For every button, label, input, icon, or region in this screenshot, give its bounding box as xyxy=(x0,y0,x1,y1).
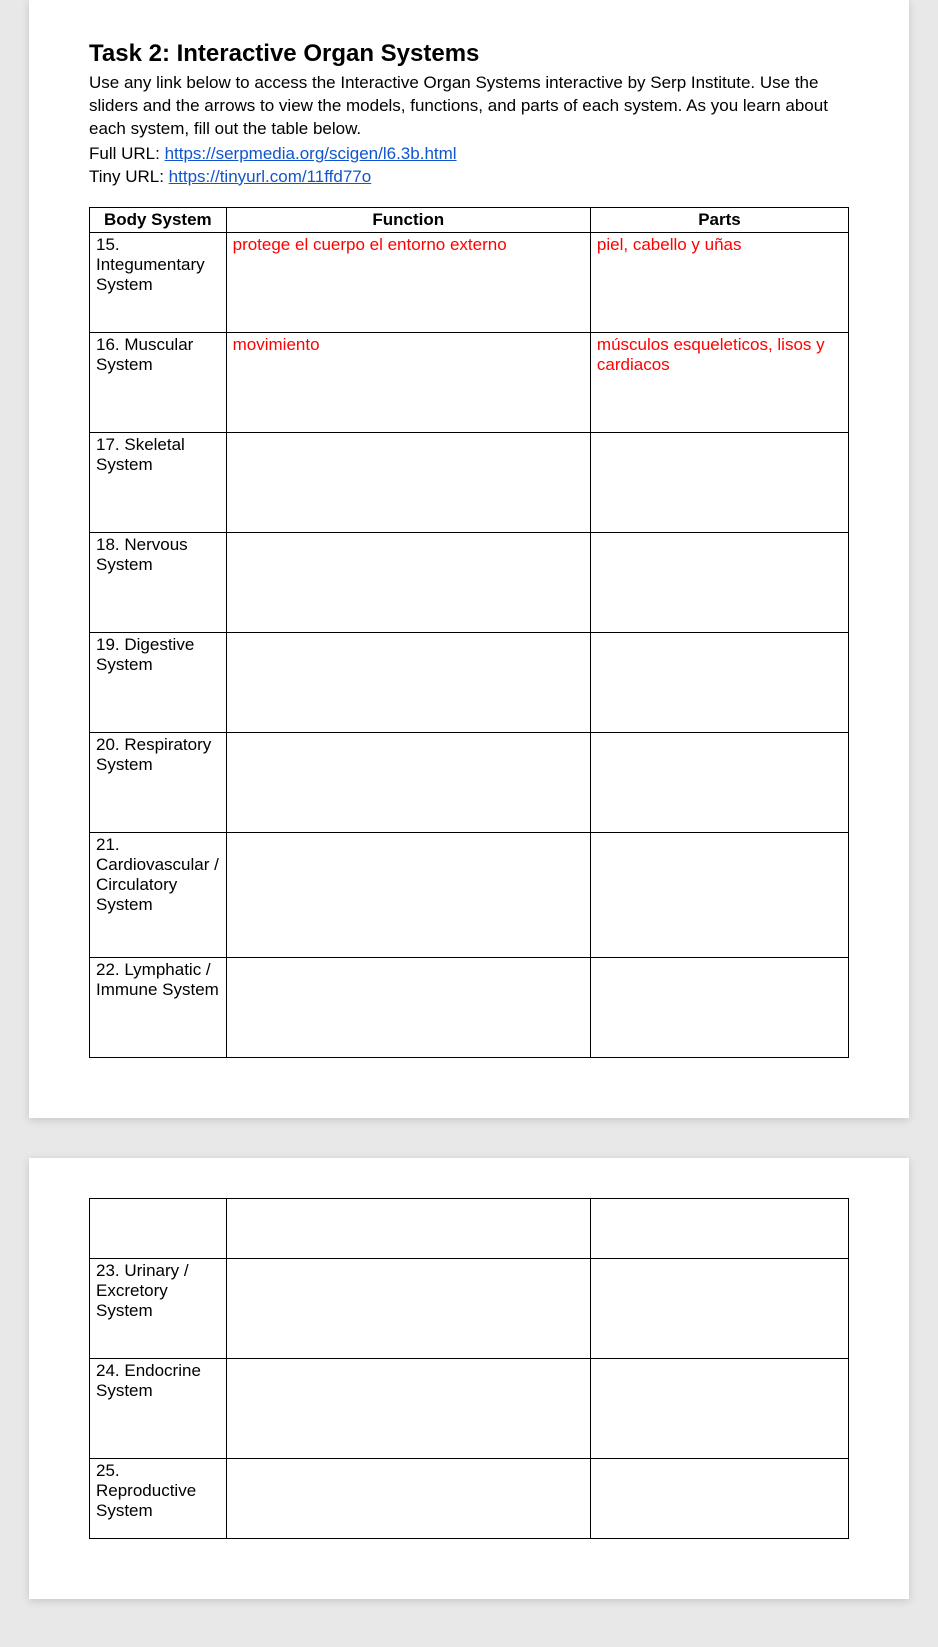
document-page-2: 23. Urinary / Excretory System 24. Endoc… xyxy=(29,1158,909,1599)
cell-system: 23. Urinary / Excretory System xyxy=(90,1258,227,1358)
cell-system: 22. Lymphatic / Immune System xyxy=(90,957,227,1057)
cell-parts[interactable] xyxy=(590,532,848,632)
table-row: 25. Reproductive System xyxy=(90,1458,849,1538)
table-row: 20. Respiratory System xyxy=(90,732,849,832)
cell-function[interactable] xyxy=(226,1198,590,1258)
cell-function[interactable] xyxy=(226,632,590,732)
table-row: 24. Endocrine System xyxy=(90,1358,849,1458)
cell-function[interactable] xyxy=(226,1258,590,1358)
cell-function[interactable] xyxy=(226,732,590,832)
cell-system: 17. Skeletal System xyxy=(90,432,227,532)
cell-system: 25. Reproductive System xyxy=(90,1458,227,1538)
cell-function[interactable] xyxy=(226,532,590,632)
cell-function[interactable] xyxy=(226,1358,590,1458)
cell-system: 20. Respiratory System xyxy=(90,732,227,832)
tiny-url-line: Tiny URL: https://tinyurl.com/11ffd77o xyxy=(89,166,849,189)
cell-system: 18. Nervous System xyxy=(90,532,227,632)
cell-parts[interactable] xyxy=(590,1458,848,1538)
cell-function[interactable] xyxy=(226,1458,590,1538)
full-url-label: Full URL: xyxy=(89,144,165,163)
header-parts: Parts xyxy=(590,207,848,232)
cell-parts[interactable]: músculos esqueleticos, lisos y cardiacos xyxy=(590,332,848,432)
cell-parts[interactable] xyxy=(590,432,848,532)
document-page-1: Task 2: Interactive Organ Systems Use an… xyxy=(29,0,909,1118)
table-row: 23. Urinary / Excretory System xyxy=(90,1258,849,1358)
cell-parts[interactable] xyxy=(590,1258,848,1358)
cell-system: 21. Cardiovascular / Circulatory System xyxy=(90,832,227,957)
table-row: 19. Digestive System xyxy=(90,632,849,732)
header-function: Function xyxy=(226,207,590,232)
task-title: Task 2: Interactive Organ Systems xyxy=(89,40,849,68)
organ-systems-table-1: Body System Function Parts 15. Integumen… xyxy=(89,207,849,1058)
table-row: 18. Nervous System xyxy=(90,532,849,632)
cell-parts[interactable] xyxy=(590,957,848,1057)
cell-parts[interactable] xyxy=(590,632,848,732)
full-url-link[interactable]: https://serpmedia.org/scigen/l6.3b.html xyxy=(165,144,457,163)
header-body-system: Body System xyxy=(90,207,227,232)
cell-system xyxy=(90,1198,227,1258)
cell-parts[interactable] xyxy=(590,1198,848,1258)
cell-function[interactable] xyxy=(226,432,590,532)
table-row: 22. Lymphatic / Immune System xyxy=(90,957,849,1057)
cell-function[interactable]: movimiento xyxy=(226,332,590,432)
cell-parts[interactable]: piel, cabello y uñas xyxy=(590,232,848,332)
cell-system: 19. Digestive System xyxy=(90,632,227,732)
cell-parts[interactable] xyxy=(590,732,848,832)
cell-parts[interactable] xyxy=(590,832,848,957)
intro-text: Use any link below to access the Interac… xyxy=(89,72,849,141)
cell-parts[interactable] xyxy=(590,1358,848,1458)
cell-system: 16. Muscular System xyxy=(90,332,227,432)
tiny-url-link[interactable]: https://tinyurl.com/11ffd77o xyxy=(169,167,372,186)
cell-function[interactable] xyxy=(226,957,590,1057)
cell-function[interactable] xyxy=(226,832,590,957)
table-row: 16. Muscular System movimiento músculos … xyxy=(90,332,849,432)
cell-system: 15. Integumentary System xyxy=(90,232,227,332)
cell-function[interactable]: protege el cuerpo el entorno externo xyxy=(226,232,590,332)
table-row xyxy=(90,1198,849,1258)
table-header-row: Body System Function Parts xyxy=(90,207,849,232)
table-row: 21. Cardiovascular / Circulatory System xyxy=(90,832,849,957)
full-url-line: Full URL: https://serpmedia.org/scigen/l… xyxy=(89,143,849,166)
table-row: 17. Skeletal System xyxy=(90,432,849,532)
organ-systems-table-2: 23. Urinary / Excretory System 24. Endoc… xyxy=(89,1198,849,1539)
tiny-url-label: Tiny URL: xyxy=(89,167,169,186)
cell-system: 24. Endocrine System xyxy=(90,1358,227,1458)
table-row: 15. Integumentary System protege el cuer… xyxy=(90,232,849,332)
